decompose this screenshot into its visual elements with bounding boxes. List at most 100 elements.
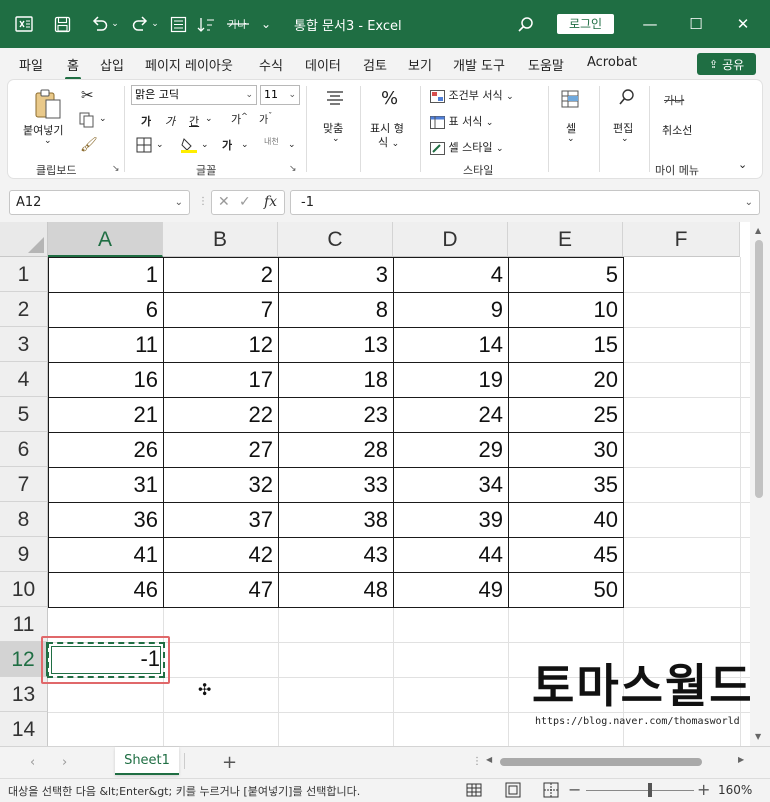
copy-dropdown-icon[interactable]: ⌄ — [99, 114, 107, 124]
insert-function-icon[interactable]: fx — [264, 194, 277, 210]
borders-icon[interactable] — [136, 137, 152, 156]
maximize-button[interactable]: ☐ — [686, 13, 706, 35]
table-cell[interactable]: 1 — [48, 262, 163, 288]
tab-review[interactable]: 검토 — [363, 55, 387, 74]
row-header-2[interactable]: 2 — [0, 292, 48, 327]
format-as-table-button[interactable]: 표 서식 ⌄ — [430, 113, 493, 129]
next-sheet-icon[interactable]: › — [62, 755, 67, 770]
table-cell[interactable]: 35 — [508, 472, 623, 498]
table-cell[interactable]: 30 — [508, 437, 623, 463]
row-header-9[interactable]: 9 — [0, 537, 48, 572]
worksheet-grid[interactable]: A B C D E F 1 2 3 4 5 6 7 8 9 10 11 12 13 14 1 2 3 4 5 6 7 8 9 10 11 12… — [0, 222, 750, 746]
minimize-button[interactable]: — — [640, 13, 660, 35]
table-cell[interactable]: 27 — [163, 437, 278, 463]
paste-dropdown-icon[interactable]: ⌄ — [44, 136, 52, 146]
table-cell[interactable]: 10 — [508, 297, 623, 323]
vertical-scrollbar[interactable]: ▲ ▼ — [750, 222, 770, 746]
phonetic-dropdown-icon[interactable]: ⌄ — [288, 140, 296, 150]
copy-icon[interactable] — [79, 112, 95, 131]
table-cell[interactable]: 11 — [48, 332, 163, 358]
tab-insert[interactable]: 삽입 — [100, 55, 124, 74]
table-cell[interactable]: 43 — [278, 542, 393, 568]
table-cell[interactable]: 26 — [48, 437, 163, 463]
table-cell[interactable]: 28 — [278, 437, 393, 463]
sort-icon[interactable] — [196, 14, 216, 34]
tab-formulas[interactable]: 수식 — [259, 55, 283, 74]
paste-icon[interactable] — [33, 88, 63, 123]
search-icon[interactable] — [515, 14, 535, 34]
table-cell[interactable]: 19 — [393, 367, 508, 393]
column-header-f[interactable]: F — [623, 222, 740, 257]
font-color-dropdown-icon[interactable]: ⌄ — [241, 140, 249, 150]
column-header-e[interactable]: E — [508, 222, 623, 257]
table-cell[interactable]: 9 — [393, 297, 508, 323]
form-icon[interactable] — [168, 14, 188, 34]
table-cell[interactable]: 16 — [48, 367, 163, 393]
column-header-c[interactable]: C — [278, 222, 393, 257]
table-cell[interactable]: 5 — [508, 262, 623, 288]
table-cell[interactable]: 37 — [163, 507, 278, 533]
table-cell[interactable]: 14 — [393, 332, 508, 358]
table-cell[interactable]: 2 — [163, 262, 278, 288]
prev-sheet-icon[interactable]: ‹ — [30, 755, 35, 770]
grow-font-button[interactable]: 가^ — [231, 111, 248, 127]
row-header-1[interactable]: 1 — [0, 257, 48, 292]
clipboard-launcher-icon[interactable]: ↘ — [112, 164, 120, 174]
cancel-icon[interactable]: ✕ — [218, 194, 230, 210]
conditional-format-button[interactable]: 조건부 서식 ⌄ — [430, 87, 514, 103]
tab-splitter-icon[interactable]: ⋮ — [472, 756, 482, 767]
table-cell[interactable]: 42 — [163, 542, 278, 568]
close-button[interactable]: ✕ — [733, 13, 753, 35]
table-cell[interactable]: 33 — [278, 472, 393, 498]
cell-styles-button[interactable]: 셀 스타일 ⌄ — [430, 139, 504, 155]
formula-input[interactable]: -1 ⌄ — [290, 190, 760, 215]
horizontal-scrollbar[interactable]: ◀ ▶ — [484, 755, 750, 768]
tab-help[interactable]: 도움말 — [528, 55, 564, 74]
underline-dropdown-icon[interactable]: ⌄ — [205, 114, 213, 124]
normal-view-icon[interactable] — [466, 782, 482, 798]
zoom-out-button[interactable]: − — [568, 780, 581, 799]
save-icon[interactable] — [52, 14, 72, 34]
zoom-in-button[interactable]: + — [697, 780, 710, 799]
share-button[interactable]: ⇪ 공유 — [697, 53, 756, 75]
alignment-icon[interactable] — [326, 90, 344, 109]
table-cell[interactable]: 40 — [508, 507, 623, 533]
row-header-4[interactable]: 4 — [0, 362, 48, 397]
table-cell[interactable]: 15 — [508, 332, 623, 358]
table-cell[interactable]: 6 — [48, 297, 163, 323]
zoom-slider-thumb[interactable] — [648, 783, 652, 797]
tab-home[interactable]: 홈 — [65, 55, 81, 80]
table-cell[interactable]: 47 — [163, 577, 278, 603]
redo-dropdown-icon[interactable]: ⌄ — [150, 14, 160, 34]
sheet-tab-sheet1[interactable]: Sheet1 — [115, 747, 179, 775]
row-header-3[interactable]: 3 — [0, 327, 48, 362]
fill-color-dropdown-icon[interactable]: ⌄ — [201, 140, 209, 150]
column-header-d[interactable]: D — [393, 222, 508, 257]
undo-icon[interactable] — [90, 14, 110, 34]
tab-file[interactable]: 파일 — [19, 55, 43, 74]
table-cell[interactable]: 31 — [48, 472, 163, 498]
table-cell[interactable]: 17 — [163, 367, 278, 393]
phonetic-button[interactable]: 내천 — [264, 136, 279, 147]
table-cell[interactable]: 45 — [508, 542, 623, 568]
redo-icon[interactable] — [130, 14, 150, 34]
zoom-slider[interactable] — [586, 790, 694, 791]
number-format-button-line2[interactable]: 식 ⌄ — [378, 134, 399, 150]
strikethrough-button[interactable]: 취소선 — [662, 122, 692, 138]
borders-dropdown-icon[interactable]: ⌄ — [156, 140, 164, 150]
column-header-a[interactable]: A — [48, 222, 163, 257]
select-all-button[interactable] — [0, 222, 48, 257]
percent-icon[interactable]: % — [381, 88, 398, 109]
collapse-ribbon-icon[interactable]: ⌄ — [738, 158, 747, 171]
table-cell[interactable]: 44 — [393, 542, 508, 568]
scroll-right-icon[interactable]: ▶ — [738, 755, 744, 764]
tab-acrobat[interactable]: Acrobat — [587, 55, 637, 70]
row-header-7[interactable]: 7 — [0, 467, 48, 502]
table-cell[interactable]: 21 — [48, 402, 163, 428]
scroll-left-icon[interactable]: ◀ — [486, 755, 492, 764]
font-color-button[interactable]: 가 — [222, 137, 232, 153]
undo-dropdown-icon[interactable]: ⌄ — [110, 14, 120, 34]
table-cell[interactable]: 13 — [278, 332, 393, 358]
row-header-6[interactable]: 6 — [0, 432, 48, 467]
table-cell[interactable]: 36 — [48, 507, 163, 533]
